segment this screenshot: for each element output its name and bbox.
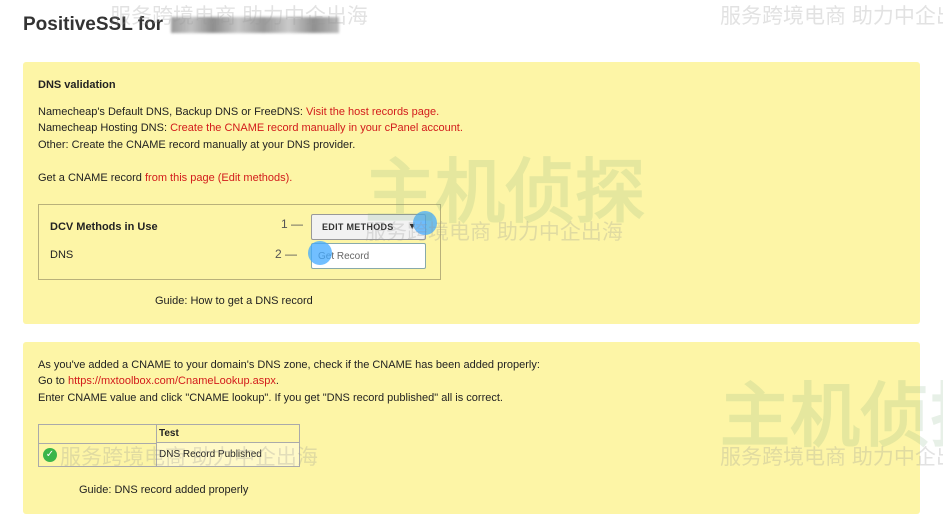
check-icon: ✓: [43, 448, 57, 462]
get-cname-line: Get a CNAME record from this page (Edit …: [38, 172, 292, 184]
dcv-methods-heading: DCV Methods in Use: [50, 221, 158, 233]
dns-validation-heading: DNS validation: [38, 79, 116, 91]
step-2-marker: 2 —: [275, 247, 298, 261]
edit-methods-link[interactable]: from this page (Edit methods).: [145, 172, 292, 184]
mxtoolbox-line: Go to https://mxtoolbox.com/CnameLookup.…: [38, 375, 279, 387]
dns-added-guide-caption: Guide: DNS record added properly: [79, 484, 249, 496]
line1-text: Namecheap's Default DNS, Backup DNS or F…: [38, 106, 307, 118]
watermark-text: 服务跨境电商 助力中企出海: [720, 5, 943, 28]
cname-lookup-instruction: Enter CNAME value and click "CNAME looku…: [38, 392, 503, 404]
page-title-text: PositiveSSL for: [23, 14, 164, 35]
cpanel-cname-link[interactable]: Create the CNAME record manually in your…: [170, 122, 463, 134]
dcv-methods-box: DCV Methods in Use DNS 1 — 2 — EDIT METH…: [38, 204, 441, 280]
step-1-marker: 1 —: [281, 217, 304, 231]
dns-validation-panel: DNS validation Namecheap's Default DNS, …: [23, 62, 920, 324]
dns-record-guide-caption: Guide: How to get a DNS record: [155, 295, 313, 307]
mxtoolbox-link[interactable]: https://mxtoolbox.com/CnameLookup.aspx: [68, 375, 276, 387]
line2-text: Namecheap Hosting DNS:: [38, 122, 171, 134]
blurred-domain: [171, 17, 340, 33]
table-header-test: Test: [156, 425, 299, 443]
line4-text: Get a CNAME record: [38, 172, 145, 184]
go-to-text: Go to: [38, 375, 68, 387]
table-cell-result: DNS Record Published: [156, 443, 299, 466]
edit-methods-button[interactable]: EDIT METHODS ▼: [311, 214, 426, 240]
host-records-link[interactable]: Visit the host records page.: [306, 106, 439, 118]
period-text: .: [275, 375, 279, 387]
test-result-table: Test ✓ DNS Record Published: [38, 424, 300, 467]
edit-methods-label: EDIT METHODS: [322, 222, 394, 232]
cname-check-intro: As you've added a CNAME to your domain's…: [38, 359, 540, 371]
click-highlight-icon: [413, 211, 437, 235]
cname-check-panel: As you've added a CNAME to your domain's…: [23, 342, 920, 514]
click-highlight-icon: [308, 241, 332, 265]
table-row-status: ✓: [39, 443, 156, 466]
namecheap-hosting-dns-line: Namecheap Hosting DNS: Create the CNAME …: [38, 122, 463, 134]
page-title: PositiveSSL for: [23, 14, 340, 36]
dcv-method-value: DNS: [50, 249, 74, 261]
namecheap-default-dns-line: Namecheap's Default DNS, Backup DNS or F…: [38, 106, 439, 118]
other-dns-line: Other: Create the CNAME record manually …: [38, 139, 356, 151]
